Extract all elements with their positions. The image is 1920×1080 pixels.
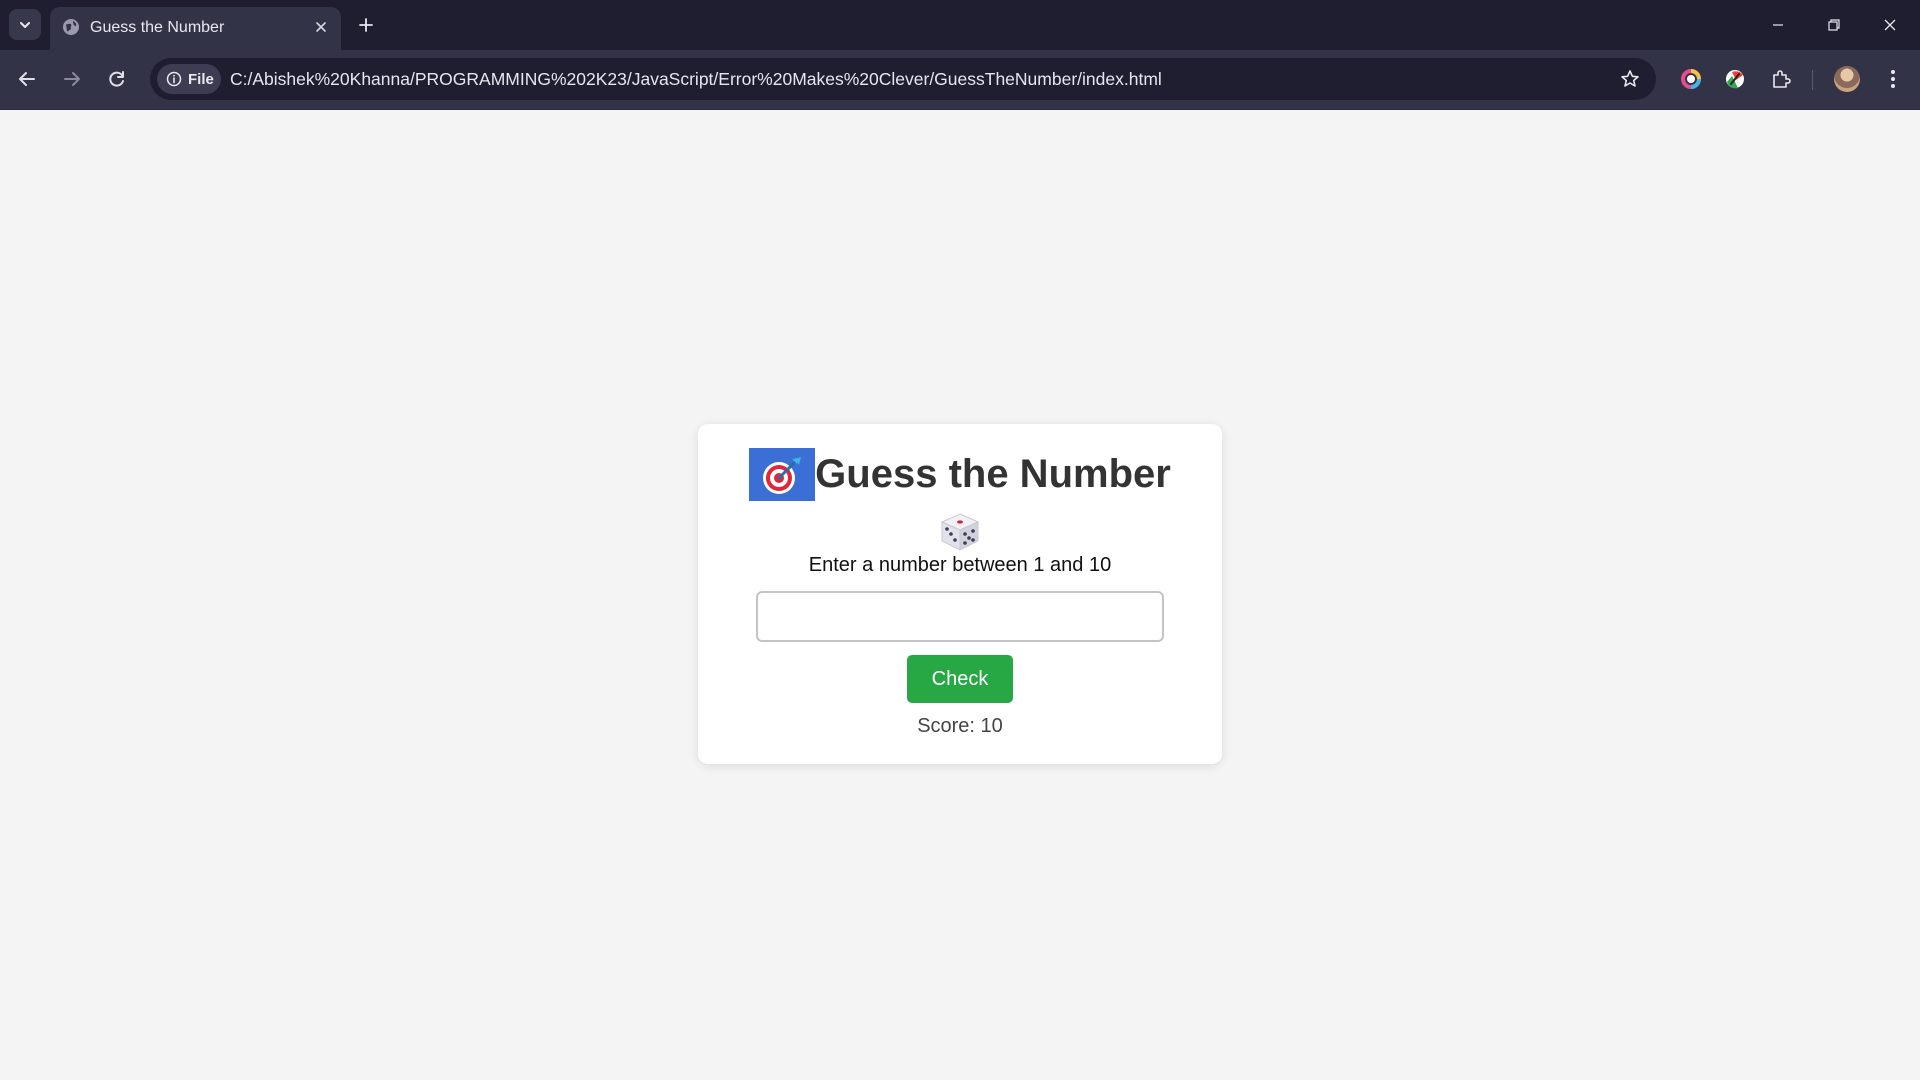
tab-search-button[interactable] [9, 9, 41, 40]
extension-color-button[interactable] [1676, 64, 1706, 94]
security-chip-label: File [188, 70, 214, 88]
extension-tool-button[interactable] [1720, 64, 1750, 94]
new-tab-button[interactable] [352, 11, 380, 39]
minimize-button[interactable] [1750, 0, 1806, 50]
puzzle-icon [1773, 70, 1791, 88]
toolbar-separator [1812, 70, 1813, 90]
restore-icon [1828, 19, 1840, 31]
guess-input[interactable] [756, 591, 1164, 642]
forward-arrow-icon [64, 72, 80, 86]
browser-toolbar: File C:/Abishek%20Khanna/PROGRAMMING%202… [0, 50, 1920, 110]
dice-icon [940, 513, 980, 551]
tab-strip: Guess the Number [0, 0, 1920, 50]
address-bar[interactable]: File C:/Abishek%20Khanna/PROGRAMMING%202… [150, 58, 1656, 100]
globe-icon [63, 19, 79, 35]
bookmark-button[interactable] [1616, 65, 1644, 93]
page-heading: Guess the Number [698, 448, 1222, 501]
target-icon [749, 448, 816, 501]
chevron-down-icon [20, 21, 30, 28]
back-button[interactable] [10, 62, 44, 96]
pen-tool-icon [1726, 70, 1744, 89]
url-text[interactable]: C:/Abishek%20Khanna/PROGRAMMING%202K23/J… [230, 69, 1162, 90]
close-icon [316, 22, 326, 32]
site-info-chip[interactable]: File [157, 64, 221, 94]
back-arrow-icon [19, 72, 35, 86]
forward-button[interactable] [55, 62, 89, 96]
color-ring-icon [1681, 69, 1701, 89]
close-icon [1884, 19, 1896, 31]
instruction-text: Enter a number between 1 and 10 [808, 554, 1112, 576]
info-icon [166, 71, 182, 87]
star-icon [1621, 70, 1639, 87]
reload-button[interactable] [100, 62, 134, 96]
score-text: Score: 10 [917, 715, 1003, 737]
kebab-menu-icon [1891, 70, 1895, 88]
extensions-button[interactable] [1766, 64, 1796, 94]
game-card: Guess the Number Enter a number between … [698, 424, 1222, 764]
minimize-icon [1773, 24, 1783, 26]
active-tab[interactable]: Guess the Number [50, 7, 341, 50]
reload-icon [109, 71, 124, 87]
restore-button[interactable] [1806, 0, 1862, 50]
tab-title: Guess the Number [90, 19, 225, 36]
plus-icon [359, 18, 373, 32]
check-button[interactable]: Check [907, 655, 1013, 703]
tab-close-button[interactable] [310, 16, 332, 38]
close-window-button[interactable] [1862, 0, 1918, 50]
browser-menu-button[interactable] [1880, 64, 1906, 94]
profile-avatar[interactable] [1834, 66, 1860, 92]
page-title: Guess the Number [815, 452, 1171, 496]
